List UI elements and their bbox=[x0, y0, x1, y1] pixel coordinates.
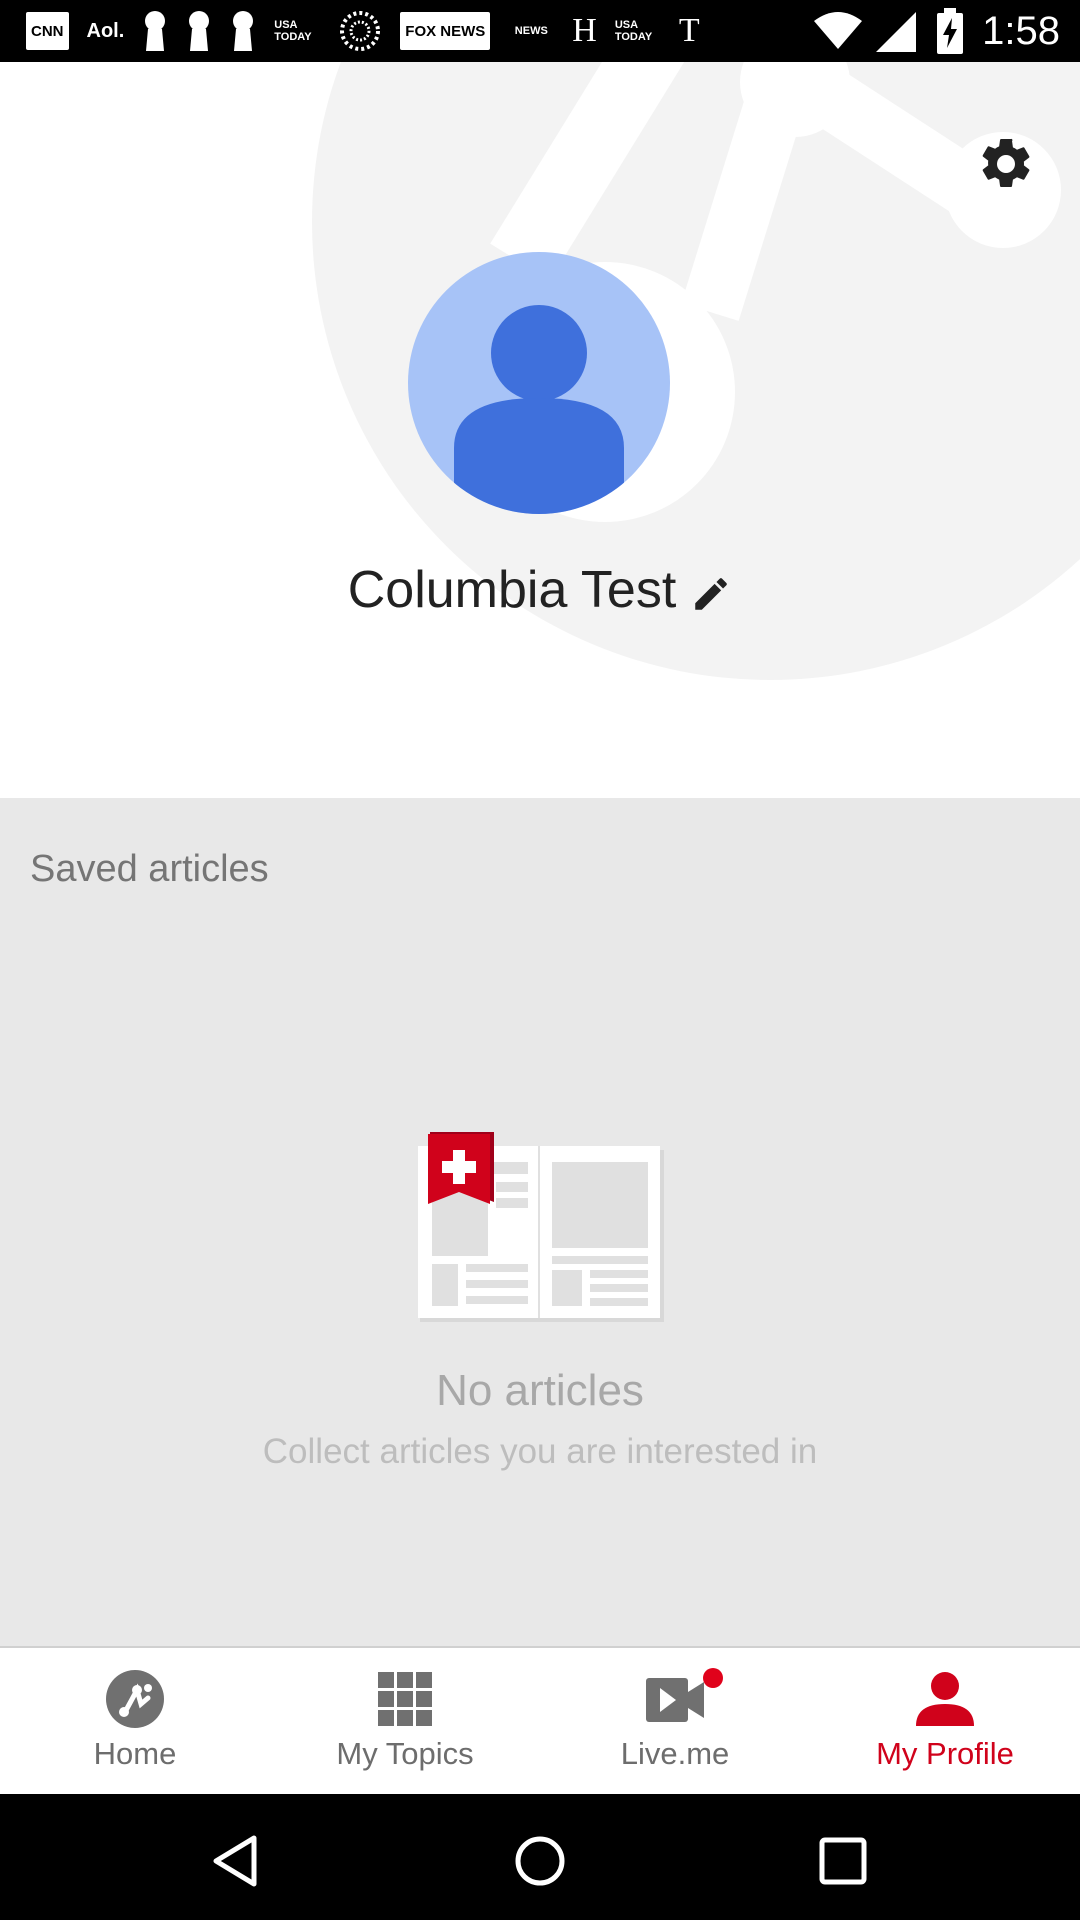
keyhole-icon bbox=[230, 8, 256, 54]
usa-today-icon: USA TODAY bbox=[614, 19, 653, 43]
settings-gear-icon[interactable] bbox=[976, 134, 1036, 194]
signal-icon bbox=[876, 12, 917, 52]
person-icon bbox=[916, 1672, 974, 1726]
clock: 1:58 bbox=[982, 8, 1060, 53]
nyt-icon: T bbox=[678, 12, 700, 49]
nav-live-me[interactable]: Live.me bbox=[540, 1648, 810, 1794]
username-row: Columbia Test bbox=[0, 550, 1080, 630]
battery-icon bbox=[937, 8, 964, 54]
nbc-news-icon: NEWS bbox=[514, 25, 548, 37]
status-bar: CNN Aol. USA TODAY FOX NEWS NEWS H USA T… bbox=[0, 0, 1080, 62]
home-icon bbox=[106, 1670, 164, 1728]
nav-my-topics[interactable]: My Topics bbox=[270, 1648, 540, 1794]
system-navigation-bar bbox=[0, 1794, 1080, 1920]
empty-state-subtitle: Collect articles you are interested in bbox=[262, 1432, 818, 1471]
usa-today-icon: USA TODAY bbox=[274, 19, 312, 43]
video-icon bbox=[646, 1678, 704, 1722]
avatar[interactable] bbox=[408, 252, 670, 514]
nav-label: Home bbox=[93, 1736, 177, 1771]
edit-pencil-icon[interactable] bbox=[690, 573, 732, 615]
saved-articles-section: Saved articles No articles Collect artic… bbox=[0, 798, 1080, 1646]
keyhole-icon bbox=[186, 8, 212, 54]
default-user-icon bbox=[454, 305, 624, 514]
nav-label: My Profile bbox=[876, 1736, 1014, 1771]
empty-newspaper-bookmark-icon bbox=[418, 1132, 664, 1322]
bottom-navigation: Home My Topics Live.me My Profile bbox=[0, 1646, 1080, 1794]
fox-news-icon: FOX NEWS bbox=[400, 12, 491, 50]
system-status: 1:58 bbox=[812, 0, 1060, 62]
notification-icons: CNN Aol. USA TODAY FOX NEWS NEWS H USA T… bbox=[26, 8, 718, 54]
keyhole-icon bbox=[142, 8, 168, 54]
back-icon[interactable] bbox=[210, 1834, 264, 1888]
nav-my-profile[interactable]: My Profile bbox=[810, 1648, 1080, 1794]
nav-label: My Topics bbox=[336, 1736, 474, 1771]
empty-state-title: No articles bbox=[436, 1366, 644, 1415]
section-title: Saved articles bbox=[30, 848, 269, 890]
aol-icon: Aol. bbox=[86, 19, 125, 42]
recents-icon[interactable] bbox=[816, 1834, 870, 1888]
sunburst-icon bbox=[338, 8, 382, 54]
username: Columbia Test bbox=[347, 561, 677, 619]
nav-label: Live.me bbox=[620, 1736, 730, 1771]
notification-dot bbox=[703, 1668, 723, 1688]
nav-home[interactable]: Home bbox=[0, 1648, 270, 1794]
home-circle-icon[interactable] bbox=[513, 1834, 567, 1888]
profile-header: Columbia Test bbox=[0, 62, 1080, 798]
cnn-icon: CNN bbox=[26, 12, 69, 50]
wifi-icon bbox=[814, 12, 863, 49]
grid-icon bbox=[378, 1672, 432, 1726]
h-icon: H bbox=[572, 12, 597, 49]
